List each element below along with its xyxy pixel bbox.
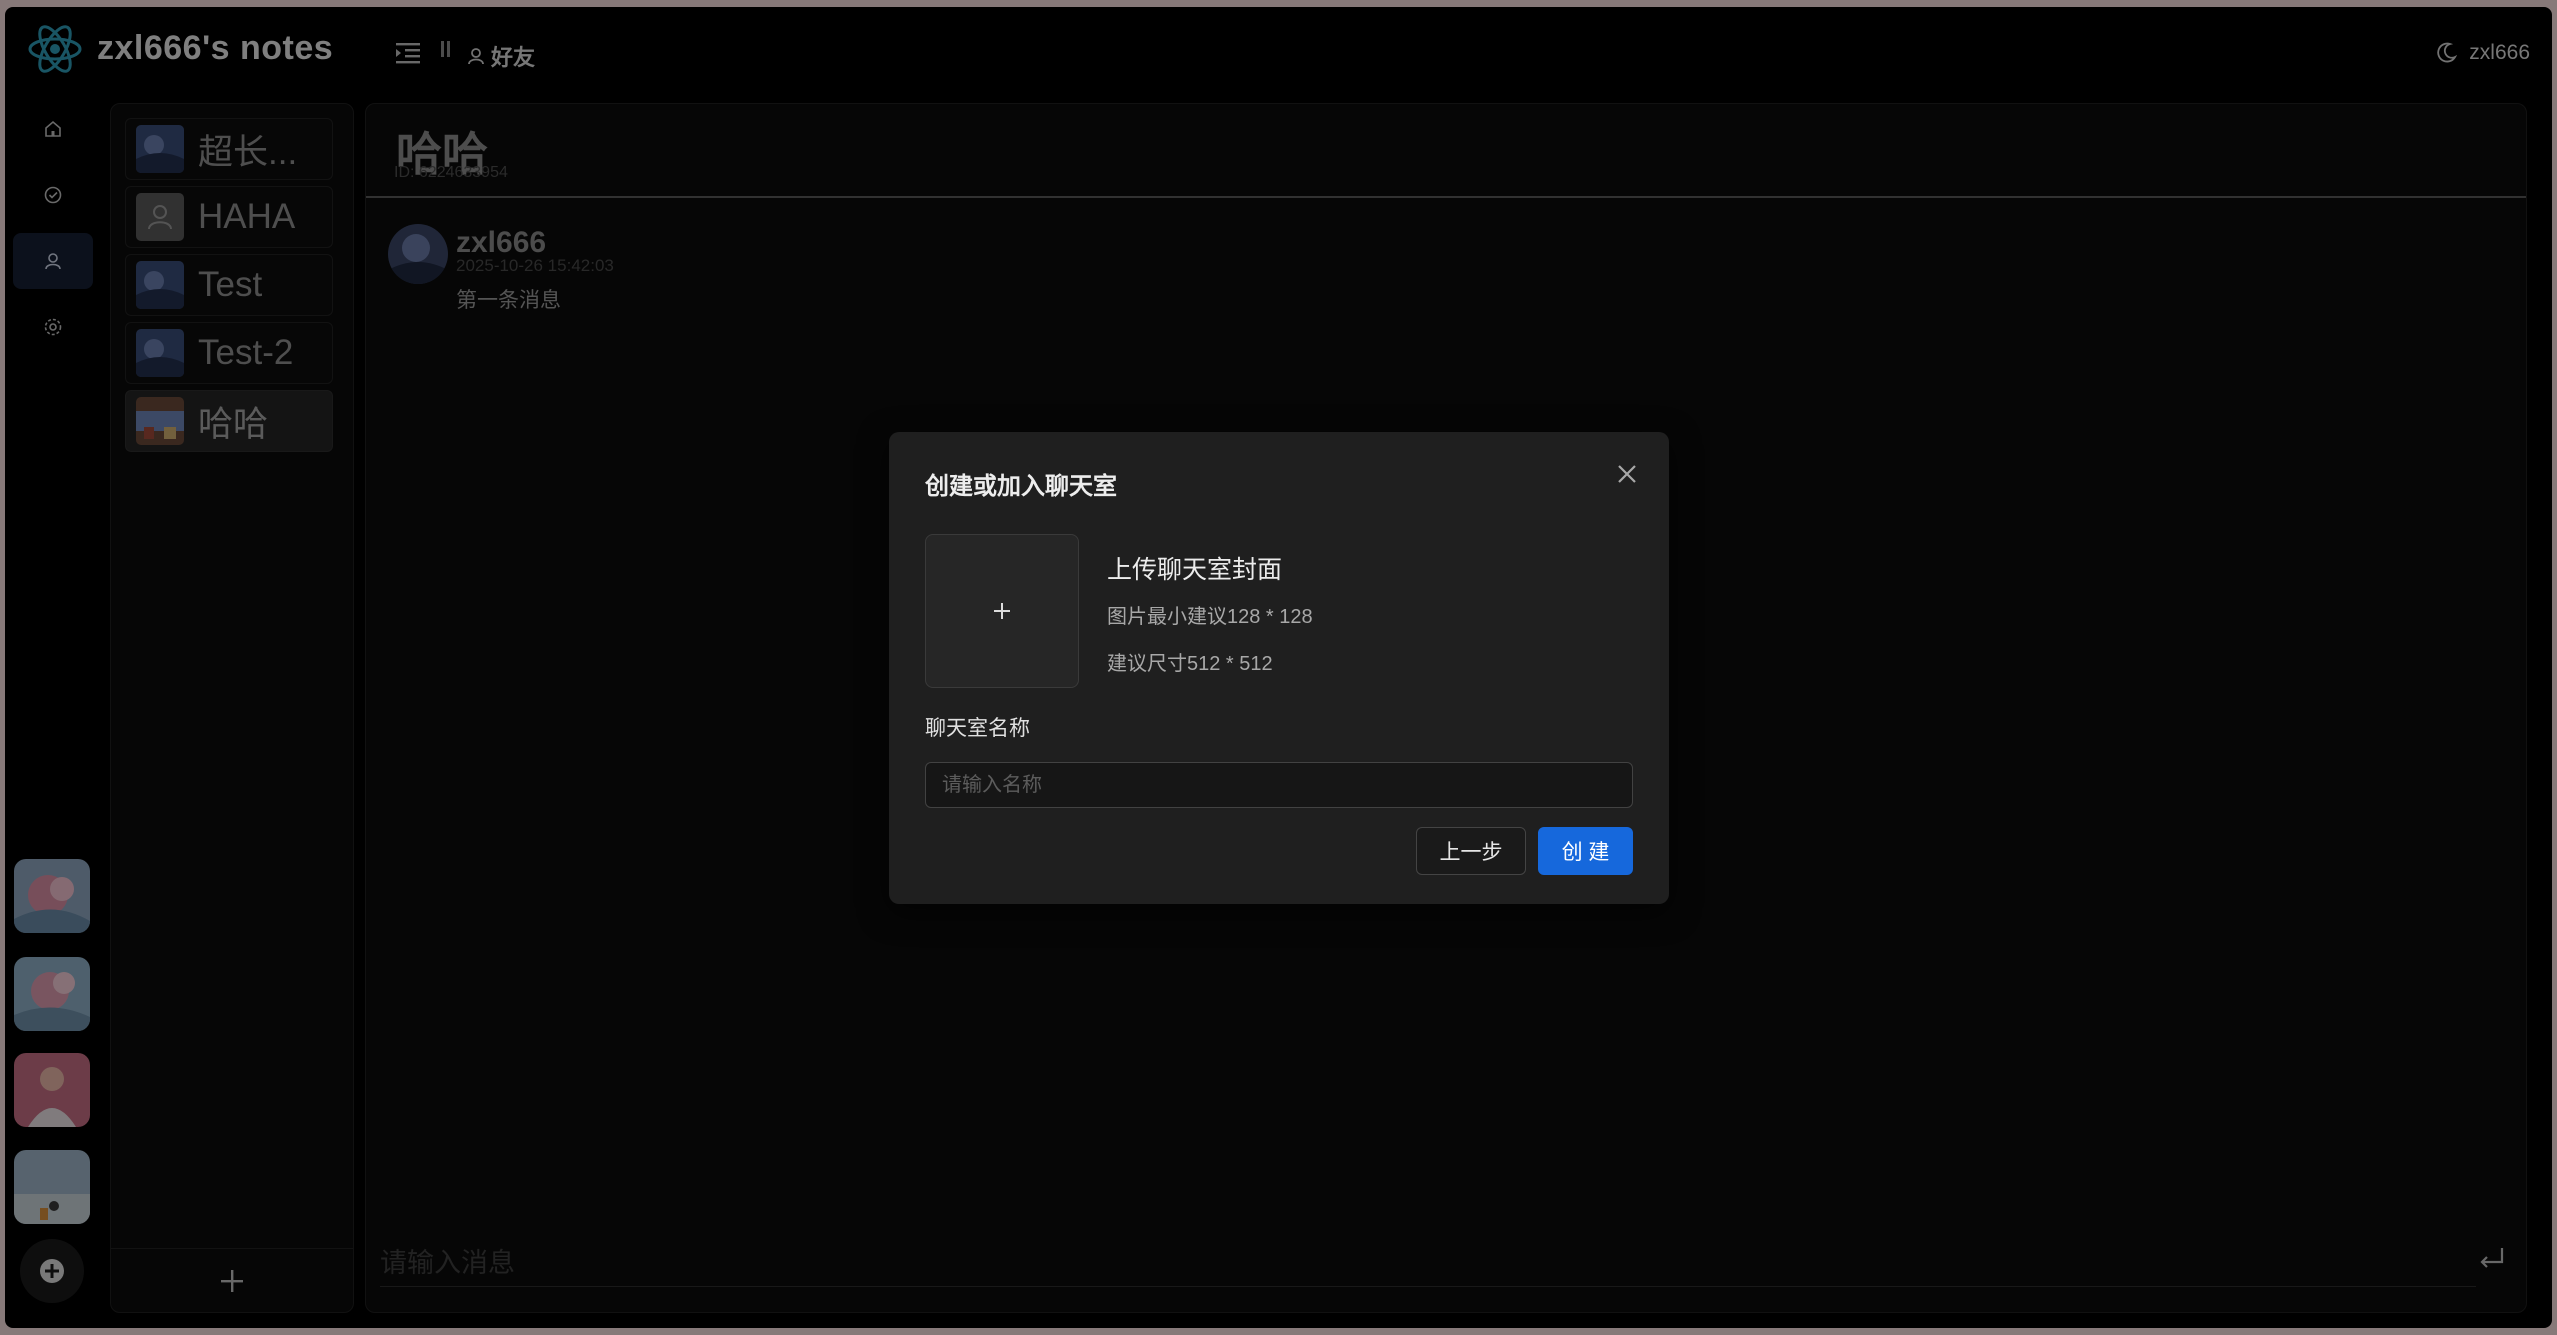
cover-upload-button[interactable] <box>925 534 1079 688</box>
create-button[interactable]: 创 建 <box>1538 827 1633 875</box>
upload-hint-size: 建议尺寸512 * 512 <box>1107 653 1273 675</box>
dialog-title: 创建或加入聊天室 <box>925 473 1117 500</box>
close-icon[interactable] <box>1613 460 1641 488</box>
create-chat-room-dialog: 创建或加入聊天室 上传聊天室封面 图片最小建议128 * 128 建议尺寸512… <box>889 432 1669 904</box>
upload-title: 上传聊天室封面 <box>1107 556 1283 584</box>
plus-icon <box>994 603 1010 619</box>
upload-hint-min: 图片最小建议128 * 128 <box>1107 606 1313 628</box>
room-name-input[interactable] <box>925 762 1633 808</box>
previous-step-button[interactable]: 上一步 <box>1416 827 1526 875</box>
room-name-label: 聊天室名称 <box>925 717 1030 740</box>
